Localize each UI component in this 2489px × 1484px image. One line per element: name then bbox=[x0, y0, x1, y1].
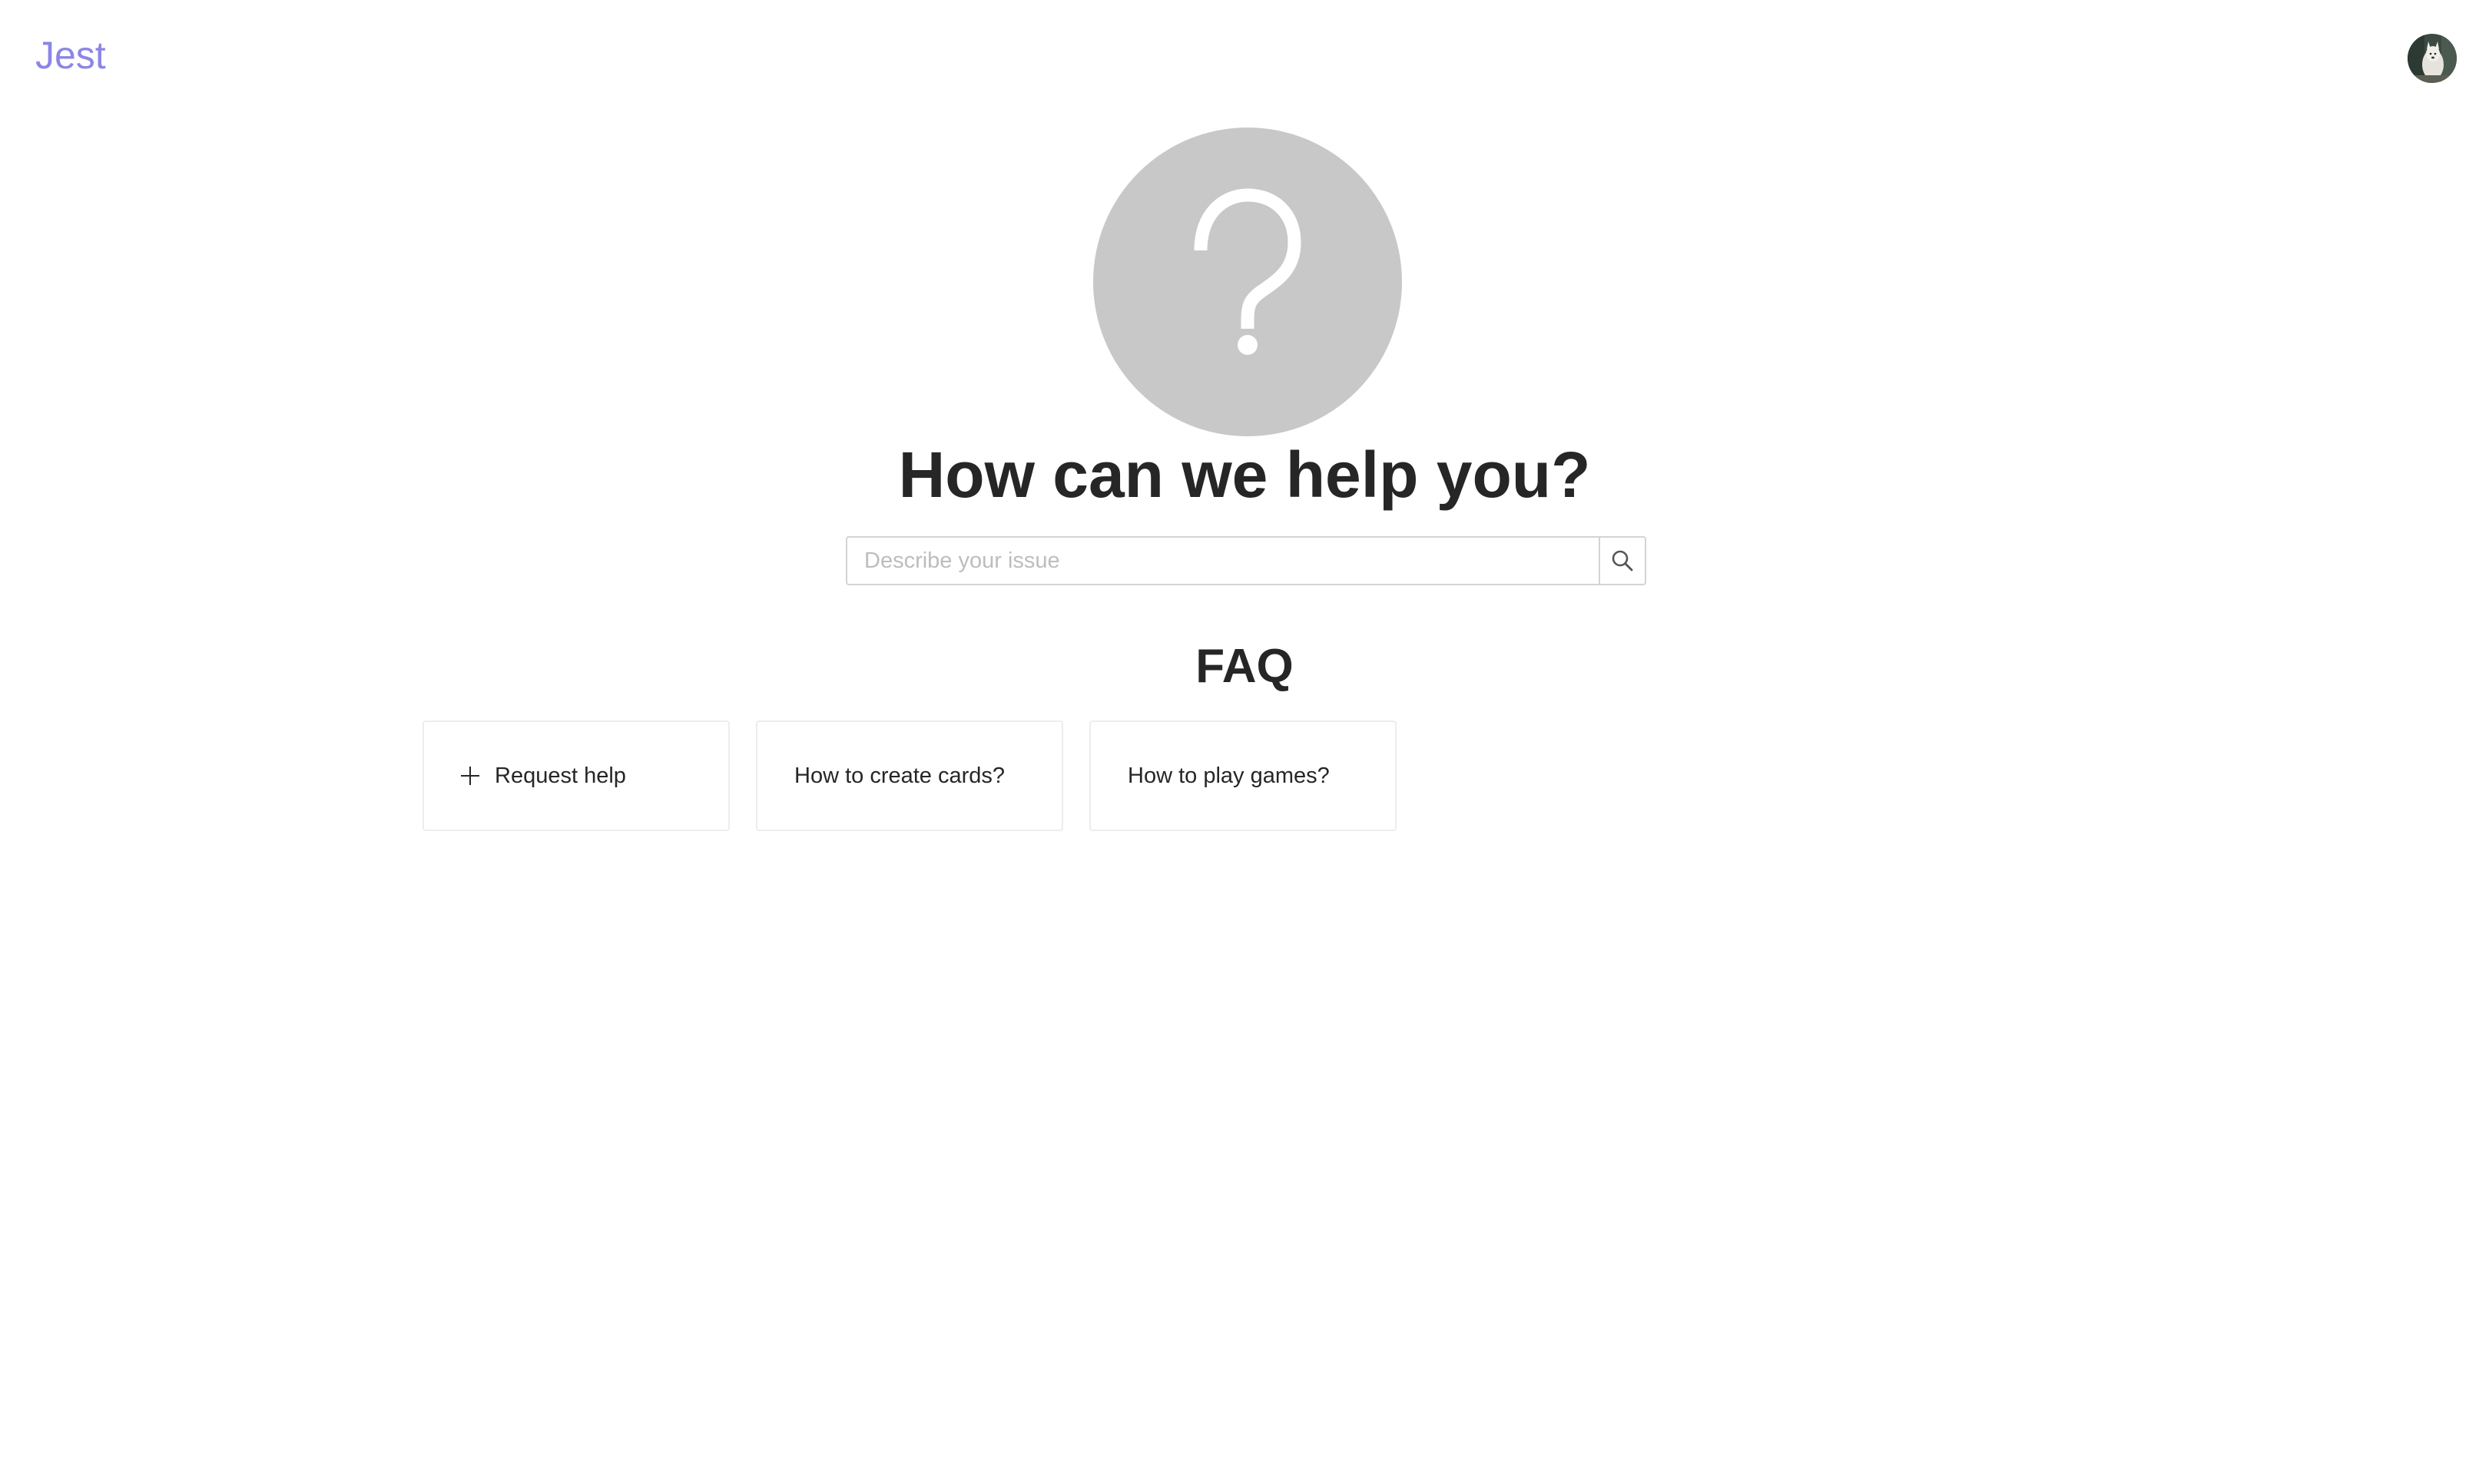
page-title: How can we help you? bbox=[898, 439, 1591, 511]
question-mark-icon bbox=[1194, 188, 1301, 355]
faq-card-create-cards[interactable]: How to create cards? bbox=[756, 720, 1063, 831]
request-help-card[interactable]: Request help bbox=[423, 720, 730, 831]
search-input[interactable] bbox=[846, 536, 1599, 585]
faq-card-play-games[interactable]: How to play games? bbox=[1089, 720, 1397, 831]
user-avatar[interactable] bbox=[2408, 34, 2457, 83]
search-button[interactable] bbox=[1599, 536, 1646, 585]
avatar-photo-icon bbox=[2408, 34, 2457, 83]
help-page: Jest How can we help you? Describe your … bbox=[0, 0, 2489, 1484]
search-bar bbox=[846, 536, 1646, 585]
top-header: Jest bbox=[0, 0, 2489, 115]
help-illustration bbox=[1093, 128, 1402, 436]
faq-card-label: How to play games? bbox=[1128, 764, 1330, 788]
logo-link[interactable]: Jest bbox=[35, 31, 106, 80]
search-icon bbox=[1612, 550, 1633, 571]
faq-heading: FAQ bbox=[1195, 640, 1294, 693]
faq-card-label: How to create cards? bbox=[794, 764, 1006, 788]
faq-card-list: Request help How to create cards? How to… bbox=[423, 720, 1397, 831]
plus-icon bbox=[461, 767, 479, 785]
faq-card-label: Request help bbox=[495, 764, 626, 788]
